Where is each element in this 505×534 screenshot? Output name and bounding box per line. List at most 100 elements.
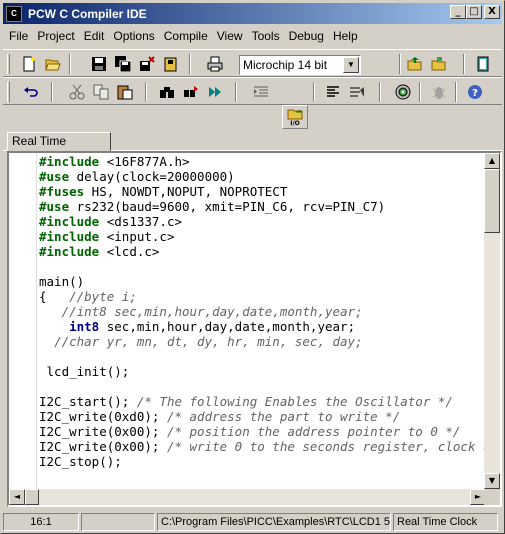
toolbar-grip[interactable] xyxy=(7,54,10,74)
toolbar-separator xyxy=(463,54,465,74)
file-name-status: Real Time Clock xyxy=(393,513,498,531)
code-token: delay(clock=20000000) xyxy=(69,169,235,184)
code-line[interactable]: #fuses HS, NOWDT,NOPUT, NOPROTECT xyxy=(39,184,486,199)
code-line[interactable]: #include <lcd.c> xyxy=(39,244,486,259)
code-token: HS, NOWDT,NOPUT, NOPROTECT xyxy=(84,184,288,199)
scroll-left-icon[interactable]: ◄ xyxy=(9,489,25,505)
open-folder-icon[interactable] xyxy=(43,54,63,74)
code-line[interactable]: lcd_init(); xyxy=(39,364,486,379)
code-line[interactable]: I2C_start(); /* The following Enables th… xyxy=(39,394,486,409)
toolbar-separator xyxy=(69,54,71,74)
copy-icon[interactable] xyxy=(91,82,111,102)
comment-icon[interactable] xyxy=(347,82,367,102)
code-line[interactable]: #include <input.c> xyxy=(39,229,486,244)
align-left-icon[interactable] xyxy=(323,82,343,102)
code-token: #include xyxy=(39,244,100,259)
vertical-scrollbar[interactable]: ▲ ▼ xyxy=(484,153,500,489)
menu-debug[interactable]: Debug xyxy=(286,29,327,43)
io-button[interactable]: I/O xyxy=(282,105,308,129)
code-token: sec,min,hour,day,date,month,year; xyxy=(99,319,356,334)
help-icon[interactable]: ? xyxy=(465,82,485,102)
file-tabs: Real Time Clock.c xyxy=(3,131,502,165)
menu-options[interactable]: Options xyxy=(110,29,157,43)
minimize-button[interactable]: _ xyxy=(450,5,466,19)
code-token: lcd_init(); xyxy=(39,364,130,379)
vertical-scroll-thumb[interactable] xyxy=(484,169,500,233)
code-line[interactable]: I2C_write(0x00); /* write 0 to the secon… xyxy=(39,439,486,454)
code-line[interactable]: #include <16F877A.h> xyxy=(39,154,486,169)
save-icon[interactable] xyxy=(89,54,109,74)
code-token: int8 xyxy=(69,319,100,334)
new-file-icon[interactable] xyxy=(19,54,39,74)
code-line[interactable] xyxy=(39,379,486,394)
menu-view[interactable]: View xyxy=(214,29,246,43)
code-line[interactable]: { //byte i; xyxy=(39,289,486,304)
menu-tools[interactable]: Tools xyxy=(249,29,283,43)
close-button[interactable]: X xyxy=(484,5,500,19)
code-token: { xyxy=(39,289,70,304)
code-token: //int8 sec,min,hour,day,date,month,year; xyxy=(61,304,363,319)
file-path: C:\Program Files\PICC\Examples\RTC\LCD1 … xyxy=(157,513,391,531)
indent-icon[interactable] xyxy=(251,82,271,102)
close-all-icon[interactable] xyxy=(161,54,181,74)
code-line[interactable]: #use rs232(baud=9600, xmit=PIN_C6, rcv=P… xyxy=(39,199,486,214)
project-wizard-icon[interactable] xyxy=(429,54,449,74)
paste-icon[interactable] xyxy=(115,82,135,102)
horizontal-scroll-thumb[interactable] xyxy=(25,489,39,505)
editor-gutter[interactable] xyxy=(9,153,37,489)
compile-disk-icon[interactable] xyxy=(393,82,413,102)
menu-help[interactable]: Help xyxy=(330,29,361,43)
window-title: PCW C Compiler IDE xyxy=(28,6,147,21)
ide-window: C PCW C Compiler IDE _ □ X File Project … xyxy=(0,0,505,534)
folder-icon xyxy=(287,109,303,119)
code-editor[interactable]: #include <16F877A.h> #use delay(clock=200… xyxy=(7,151,502,507)
code-line[interactable]: int8 sec,min,hour,day,date,month,year; xyxy=(39,319,486,334)
code-token: #include xyxy=(39,214,100,229)
scroll-up-icon[interactable]: ▲ xyxy=(484,153,500,169)
code-line[interactable]: I2C_write(0xd0); /* address the part to … xyxy=(39,409,486,424)
device-file-icon[interactable] xyxy=(473,54,493,74)
code-token: I2C_write(0xd0); xyxy=(39,409,167,424)
print-icon[interactable] xyxy=(205,54,225,74)
menu-bar: File Project Edit Options Compile View T… xyxy=(3,26,502,46)
close-file-icon[interactable] xyxy=(137,54,157,74)
open-project-icon[interactable] xyxy=(405,54,425,74)
code-line[interactable]: I2C_stop(); xyxy=(39,454,486,469)
code-line[interactable]: //int8 sec,min,hour,day,date,month,year; xyxy=(39,304,486,319)
title-bar[interactable]: C PCW C Compiler IDE _ □ X xyxy=(3,3,502,24)
code-text-area[interactable]: #include <16F877A.h> #use delay(clock=200… xyxy=(39,154,486,490)
chevron-down-icon[interactable]: ▼ xyxy=(343,57,359,73)
cut-icon[interactable] xyxy=(67,82,87,102)
menu-project[interactable]: Project xyxy=(34,29,77,43)
code-line[interactable] xyxy=(39,259,486,274)
run-icon[interactable] xyxy=(205,82,225,102)
code-line[interactable] xyxy=(39,349,486,364)
horizontal-scrollbar[interactable]: ◄ ► xyxy=(9,489,486,505)
code-line[interactable]: //char yr, mn, dt, dy, hr, min, sec, day… xyxy=(39,334,486,349)
code-line[interactable]: main() xyxy=(39,274,486,289)
cursor-position: 16:1 xyxy=(3,513,79,531)
tab-real-time-clock[interactable]: Real Time Clock.c xyxy=(7,132,111,165)
code-token: rs232(baud=9600, xmit=PIN_C6, rcv=PIN_C7… xyxy=(69,199,386,214)
maximize-button[interactable]: □ xyxy=(466,5,482,19)
window-controls: _ □ X xyxy=(450,5,500,19)
find-icon[interactable] xyxy=(157,82,177,102)
undo-icon[interactable] xyxy=(21,82,41,102)
menu-file[interactable]: File xyxy=(6,29,31,43)
toolbar-separator xyxy=(379,82,381,102)
code-line[interactable]: #include <ds1337.c> xyxy=(39,214,486,229)
code-token: I2C_write(0x00); xyxy=(39,439,167,454)
toolbar-grip[interactable] xyxy=(7,82,10,102)
device-select[interactable]: Microchip 14 bit ▼ xyxy=(239,55,361,75)
debug-bug-icon[interactable] xyxy=(429,82,449,102)
code-line[interactable]: I2C_write(0x00); /* position the address… xyxy=(39,424,486,439)
find-next-icon[interactable] xyxy=(181,82,201,102)
save-all-icon[interactable] xyxy=(113,54,133,74)
scroll-down-icon[interactable]: ▼ xyxy=(484,473,500,489)
menu-edit[interactable]: Edit xyxy=(81,29,108,43)
code-token: /* position the address pointer to 0 */ xyxy=(166,424,461,439)
code-line[interactable]: #use delay(clock=20000000) xyxy=(39,169,486,184)
menu-compile[interactable]: Compile xyxy=(161,29,211,43)
